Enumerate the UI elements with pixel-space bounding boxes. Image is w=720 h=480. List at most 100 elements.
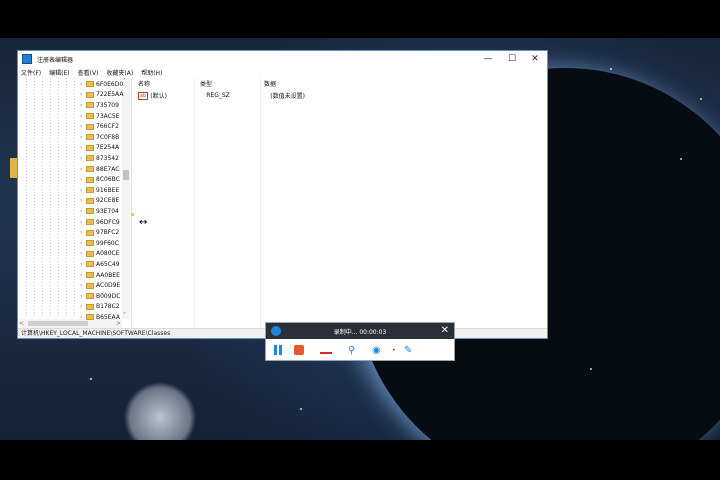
- tree-key-label: 7C0F8B: [96, 133, 120, 141]
- scroll-left-icon[interactable]: <: [19, 320, 24, 327]
- tree-key-label: 96DFC9: [96, 218, 120, 226]
- menu-file[interactable]: 文件(F): [21, 68, 41, 77]
- tree-key-item[interactable]: › 73AC5E: [80, 111, 119, 122]
- tree-guide-line: [50, 78, 51, 318]
- value-type: REG_SZ: [206, 92, 230, 99]
- annotation-line-icon[interactable]: [320, 352, 332, 354]
- recorder-tools: ⚲ ◉ • ✎: [266, 340, 454, 361]
- registry-editor-window[interactable]: 注册表编辑器 — ☐ ✕ 文件(F) 编辑(E) 查看(V) 收藏夹(A) 帮助…: [17, 50, 548, 339]
- tree-key-item[interactable]: › AC0D9E: [80, 280, 120, 291]
- tree-key-label: 92CE8E: [96, 197, 120, 205]
- tree-key-item[interactable]: › 92CE8E: [80, 196, 119, 207]
- folder-icon: [86, 240, 94, 247]
- tree-key-item[interactable]: › 93E704: [80, 206, 119, 217]
- folder-icon: [86, 219, 94, 226]
- column-type-header[interactable]: 类型: [200, 79, 212, 88]
- string-value-icon: ab: [138, 91, 149, 100]
- tree-key-item[interactable]: › 7C0F8B: [80, 132, 119, 143]
- pane-splitter-handle[interactable]: [131, 213, 134, 216]
- recording-status-text: 录制中... 00:00:03: [333, 328, 387, 336]
- options-dot-icon[interactable]: •: [392, 345, 396, 356]
- tree-key-item[interactable]: › 722E5AA: [80, 90, 123, 101]
- tree-key-label: 8C06BC: [96, 176, 120, 184]
- folder-icon: [86, 113, 94, 120]
- tree-key-item[interactable]: › 916BEE: [80, 185, 119, 196]
- tree-scroll-thumb[interactable]: [123, 170, 129, 180]
- resize-cursor-icon: ↔: [139, 217, 148, 228]
- recorder-close-button[interactable]: ✕: [441, 323, 449, 339]
- value-row-default[interactable]: ab (默认) REG_SZ (数值未设置): [138, 91, 305, 100]
- key-tree-pane[interactable]: ˄ ˅ < > › 6F0E6D0 › 722E5AA › 735709 › 73AC5E › 7…: [18, 78, 132, 328]
- folder-icon: [86, 144, 94, 151]
- value-name: (默认): [150, 93, 167, 100]
- editor-body: ˄ ˅ < > › 6F0E6D0 › 722E5AA › 735709 › 73AC5E › 7…: [18, 78, 547, 328]
- pen-icon[interactable]: ✎: [404, 345, 412, 356]
- scroll-down-icon[interactable]: ˅: [123, 312, 126, 319]
- tree-key-item[interactable]: › 7E254A: [80, 143, 119, 154]
- tree-key-label: AA0BEE: [96, 271, 120, 279]
- tree-key-label: 916BEE: [96, 186, 120, 194]
- folder-icon: [86, 123, 94, 130]
- folder-icon: [86, 208, 94, 215]
- tree-key-item[interactable]: › A65C49: [80, 259, 120, 270]
- tree-guide-line: [74, 78, 75, 318]
- tree-key-label: 88E7AC: [96, 165, 120, 173]
- folder-icon: [86, 134, 94, 141]
- tree-key-label: 7E254A: [96, 144, 120, 152]
- tree-key-label: 735709: [96, 101, 119, 109]
- tree-key-item[interactable]: › A080CE: [80, 249, 120, 260]
- tree-key-item[interactable]: › 766CF2: [80, 121, 119, 132]
- folder-icon: [86, 91, 94, 98]
- tree-guide-line: [58, 78, 59, 318]
- tree-key-item[interactable]: › B178C2: [80, 302, 120, 313]
- close-button[interactable]: ✕: [524, 51, 546, 67]
- tree-key-label: 97BFC2: [96, 229, 120, 237]
- title-bar[interactable]: 注册表编辑器 — ☐ ✕: [18, 51, 547, 67]
- menu-edit[interactable]: 编辑(E): [49, 68, 69, 77]
- window-title: 注册表编辑器: [37, 56, 74, 64]
- folder-icon: [86, 81, 94, 88]
- scroll-up-icon[interactable]: ˄: [123, 78, 126, 85]
- tree-key-item[interactable]: › 88E7AC: [80, 164, 119, 175]
- tree-key-label: 99F60C: [96, 239, 119, 247]
- folder-icon: [86, 272, 94, 279]
- tree-key-label: A080CE: [96, 250, 120, 258]
- column-data-header[interactable]: 数据: [264, 79, 276, 88]
- folder-icon: [86, 293, 94, 300]
- folder-icon: [86, 176, 94, 183]
- maximize-button[interactable]: ☐: [501, 51, 523, 67]
- tree-key-label: 73AC5E: [96, 112, 120, 120]
- tree-hscroll-thumb[interactable]: [28, 321, 88, 326]
- values-pane[interactable]: 名称 类型 数据 ab (默认) REG_SZ (数值未设置): [132, 78, 547, 328]
- tree-key-item[interactable]: › 873542: [80, 153, 119, 164]
- tree-key-label: A65C49: [96, 260, 120, 268]
- tree-key-item[interactable]: › 8C06BC: [80, 174, 120, 185]
- tree-key-item[interactable]: › 6F0E6D0: [80, 79, 123, 90]
- tree-key-item[interactable]: › B65EAA: [80, 312, 120, 323]
- menu-help[interactable]: 帮助(H): [141, 68, 162, 77]
- column-name-header[interactable]: 名称: [138, 79, 150, 88]
- tree-key-item[interactable]: › 99F60C: [80, 238, 119, 249]
- tree-key-label: 6F0E6D0: [96, 80, 124, 88]
- menu-view[interactable]: 查看(V): [78, 68, 99, 77]
- tree-key-item[interactable]: › 97BFC2: [80, 227, 119, 238]
- tree-key-item[interactable]: › B009DC: [80, 291, 120, 302]
- tree-key-item[interactable]: › 96DFC9: [80, 217, 120, 228]
- tree-key-label: 722E5AA: [96, 91, 124, 99]
- pause-icon[interactable]: [274, 345, 284, 356]
- tree-key-item[interactable]: › 735709: [80, 100, 119, 111]
- stop-icon[interactable]: [294, 345, 304, 355]
- tree-vertical-scrollbar[interactable]: ˄ ˅: [122, 78, 130, 319]
- minimize-button[interactable]: —: [477, 51, 499, 67]
- tree-key-label: 93E704: [96, 207, 119, 215]
- pin-icon[interactable]: ⚲: [348, 345, 355, 356]
- menu-favorites[interactable]: 收藏夹(A): [106, 68, 133, 77]
- tree-guide-lines: [26, 78, 86, 318]
- tree-key-label: AC0D9E: [96, 282, 121, 290]
- screen-recorder-toolbar[interactable]: 录制中... 00:00:03 ✕ ⚲ ◉ • ✎: [265, 322, 455, 361]
- webcam-icon[interactable]: ◉: [372, 345, 381, 356]
- tree-guide-line: [34, 78, 35, 318]
- tree-key-label: 873542: [96, 154, 119, 162]
- tree-key-item[interactable]: › AA0BEE: [80, 270, 120, 281]
- folder-icon: [86, 314, 94, 321]
